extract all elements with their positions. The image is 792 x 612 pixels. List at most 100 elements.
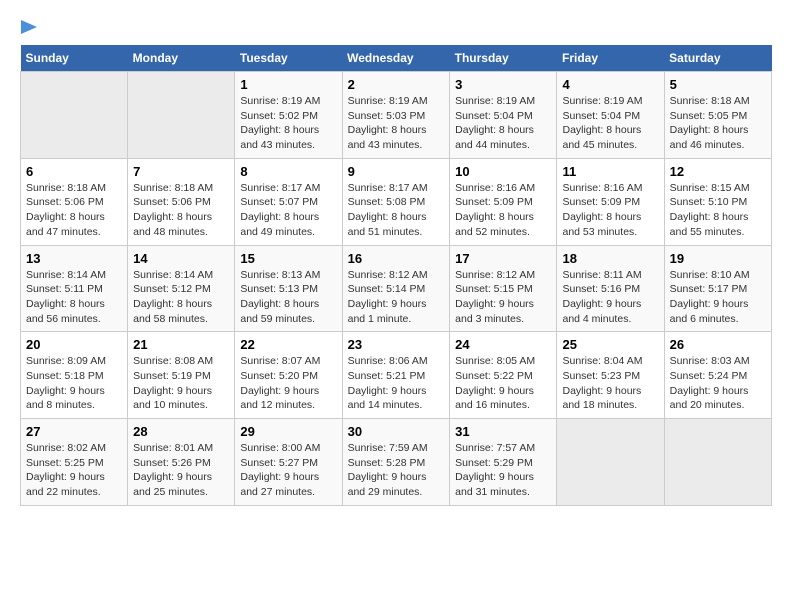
day-number: 5 <box>670 77 766 92</box>
calendar-cell: 7 Sunrise: 8:18 AM Sunset: 5:06 PM Daylig… <box>128 158 235 245</box>
day-number: 8 <box>240 164 336 179</box>
weekday-header-thursday: Thursday <box>450 45 557 72</box>
calendar-cell: 5 Sunrise: 8:18 AM Sunset: 5:05 PM Daylig… <box>664 72 771 159</box>
day-number: 27 <box>26 424 122 439</box>
day-number: 9 <box>348 164 445 179</box>
day-info: Sunrise: 8:18 AM Sunset: 5:05 PM Dayligh… <box>670 94 766 153</box>
day-info: Sunrise: 8:19 AM Sunset: 5:02 PM Dayligh… <box>240 94 336 153</box>
day-info: Sunrise: 8:15 AM Sunset: 5:10 PM Dayligh… <box>670 181 766 240</box>
day-number: 24 <box>455 337 551 352</box>
day-info: Sunrise: 8:19 AM Sunset: 5:04 PM Dayligh… <box>562 94 658 153</box>
day-number: 28 <box>133 424 229 439</box>
day-number: 10 <box>455 164 551 179</box>
calendar-cell: 20Sunrise: 8:09 AM Sunset: 5:18 PM Dayli… <box>21 332 128 419</box>
calendar-cell: 26 Sunrise: 8:03 AM Sunset: 5:24 PM Dayli… <box>664 332 771 419</box>
calendar-cell: 3 Sunrise: 8:19 AM Sunset: 5:04 PM Daylig… <box>450 72 557 159</box>
calendar-cell: 12 Sunrise: 8:15 AM Sunset: 5:10 PM Dayli… <box>664 158 771 245</box>
day-number: 7 <box>133 164 229 179</box>
calendar-cell: 30Sunrise: 7:59 AM Sunset: 5:28 PM Dayli… <box>342 419 450 506</box>
calendar-header-row: SundayMondayTuesdayWednesdayThursdayFrid… <box>21 45 772 72</box>
calendar-week-row: 6 Sunrise: 8:18 AM Sunset: 5:06 PM Daylig… <box>21 158 772 245</box>
day-info: Sunrise: 8:12 AM Sunset: 5:15 PM Dayligh… <box>455 268 551 327</box>
day-number: 2 <box>348 77 445 92</box>
day-number: 31 <box>455 424 551 439</box>
day-number: 13 <box>26 251 122 266</box>
calendar-cell: 31 Sunrise: 7:57 AM Sunset: 5:29 PM Dayli… <box>450 419 557 506</box>
calendar-week-row: 1 Sunrise: 8:19 AM Sunset: 5:02 PM Daylig… <box>21 72 772 159</box>
calendar-cell: 15 Sunrise: 8:13 AM Sunset: 5:13 PM Dayli… <box>235 245 342 332</box>
day-info: Sunrise: 8:06 AM Sunset: 5:21 PM Dayligh… <box>348 354 445 413</box>
day-info: Sunrise: 8:18 AM Sunset: 5:06 PM Dayligh… <box>26 181 122 240</box>
calendar-cell: 14 Sunrise: 8:14 AM Sunset: 5:12 PM Dayli… <box>128 245 235 332</box>
day-info: Sunrise: 8:17 AM Sunset: 5:08 PM Dayligh… <box>348 181 445 240</box>
day-number: 4 <box>562 77 658 92</box>
day-info: Sunrise: 8:19 AM Sunset: 5:04 PM Dayligh… <box>455 94 551 153</box>
day-number: 11 <box>562 164 658 179</box>
day-info: Sunrise: 8:13 AM Sunset: 5:13 PM Dayligh… <box>240 268 336 327</box>
calendar-cell <box>664 419 771 506</box>
day-number: 29 <box>240 424 336 439</box>
day-info: Sunrise: 8:04 AM Sunset: 5:23 PM Dayligh… <box>562 354 658 413</box>
weekday-header-saturday: Saturday <box>664 45 771 72</box>
day-info: Sunrise: 8:17 AM Sunset: 5:07 PM Dayligh… <box>240 181 336 240</box>
calendar-week-row: 20Sunrise: 8:09 AM Sunset: 5:18 PM Dayli… <box>21 332 772 419</box>
calendar-cell: 28Sunrise: 8:01 AM Sunset: 5:26 PM Dayli… <box>128 419 235 506</box>
day-number: 22 <box>240 337 336 352</box>
calendar-cell: 6 Sunrise: 8:18 AM Sunset: 5:06 PM Daylig… <box>21 158 128 245</box>
day-info: Sunrise: 7:57 AM Sunset: 5:29 PM Dayligh… <box>455 441 551 500</box>
weekday-header-sunday: Sunday <box>21 45 128 72</box>
day-number: 1 <box>240 77 336 92</box>
day-info: Sunrise: 8:07 AM Sunset: 5:20 PM Dayligh… <box>240 354 336 413</box>
calendar-cell: 11 Sunrise: 8:16 AM Sunset: 5:09 PM Dayli… <box>557 158 664 245</box>
day-info: Sunrise: 8:03 AM Sunset: 5:24 PM Dayligh… <box>670 354 766 413</box>
day-number: 25 <box>562 337 658 352</box>
calendar-table: SundayMondayTuesdayWednesdayThursdayFrid… <box>20 45 772 506</box>
day-info: Sunrise: 8:16 AM Sunset: 5:09 PM Dayligh… <box>562 181 658 240</box>
day-info: Sunrise: 8:11 AM Sunset: 5:16 PM Dayligh… <box>562 268 658 327</box>
calendar-cell: 18 Sunrise: 8:11 AM Sunset: 5:16 PM Dayli… <box>557 245 664 332</box>
calendar-cell: 23 Sunrise: 8:06 AM Sunset: 5:21 PM Dayli… <box>342 332 450 419</box>
weekday-header-tuesday: Tuesday <box>235 45 342 72</box>
calendar-cell <box>21 72 128 159</box>
calendar-cell: 10 Sunrise: 8:16 AM Sunset: 5:09 PM Dayli… <box>450 158 557 245</box>
calendar-cell <box>557 419 664 506</box>
day-number: 15 <box>240 251 336 266</box>
calendar-cell: 27 Sunrise: 8:02 AM Sunset: 5:25 PM Dayli… <box>21 419 128 506</box>
logo <box>20 20 37 35</box>
day-info: Sunrise: 8:05 AM Sunset: 5:22 PM Dayligh… <box>455 354 551 413</box>
calendar-cell: 2 Sunrise: 8:19 AM Sunset: 5:03 PM Daylig… <box>342 72 450 159</box>
day-info: Sunrise: 8:14 AM Sunset: 5:12 PM Dayligh… <box>133 268 229 327</box>
calendar-cell: 13Sunrise: 8:14 AM Sunset: 5:11 PM Dayli… <box>21 245 128 332</box>
day-number: 18 <box>562 251 658 266</box>
calendar-cell: 25 Sunrise: 8:04 AM Sunset: 5:23 PM Dayli… <box>557 332 664 419</box>
calendar-cell: 17 Sunrise: 8:12 AM Sunset: 5:15 PM Dayli… <box>450 245 557 332</box>
day-number: 26 <box>670 337 766 352</box>
calendar-cell: 1 Sunrise: 8:19 AM Sunset: 5:02 PM Daylig… <box>235 72 342 159</box>
weekday-header-friday: Friday <box>557 45 664 72</box>
day-info: Sunrise: 8:08 AM Sunset: 5:19 PM Dayligh… <box>133 354 229 413</box>
day-number: 21 <box>133 337 229 352</box>
day-number: 23 <box>348 337 445 352</box>
day-info: Sunrise: 8:10 AM Sunset: 5:17 PM Dayligh… <box>670 268 766 327</box>
day-number: 3 <box>455 77 551 92</box>
day-info: Sunrise: 8:16 AM Sunset: 5:09 PM Dayligh… <box>455 181 551 240</box>
day-number: 6 <box>26 164 122 179</box>
day-info: Sunrise: 8:00 AM Sunset: 5:27 PM Dayligh… <box>240 441 336 500</box>
day-number: 12 <box>670 164 766 179</box>
day-number: 14 <box>133 251 229 266</box>
weekday-header-monday: Monday <box>128 45 235 72</box>
calendar-week-row: 27 Sunrise: 8:02 AM Sunset: 5:25 PM Dayli… <box>21 419 772 506</box>
calendar-week-row: 13Sunrise: 8:14 AM Sunset: 5:11 PM Dayli… <box>21 245 772 332</box>
page-header <box>20 20 772 35</box>
day-info: Sunrise: 8:02 AM Sunset: 5:25 PM Dayligh… <box>26 441 122 500</box>
calendar-cell: 19 Sunrise: 8:10 AM Sunset: 5:17 PM Dayli… <box>664 245 771 332</box>
calendar-cell: 4 Sunrise: 8:19 AM Sunset: 5:04 PM Daylig… <box>557 72 664 159</box>
day-info: Sunrise: 8:18 AM Sunset: 5:06 PM Dayligh… <box>133 181 229 240</box>
day-info: Sunrise: 8:19 AM Sunset: 5:03 PM Dayligh… <box>348 94 445 153</box>
day-info: Sunrise: 8:12 AM Sunset: 5:14 PM Dayligh… <box>348 268 445 327</box>
calendar-cell: 21 Sunrise: 8:08 AM Sunset: 5:19 PM Dayli… <box>128 332 235 419</box>
day-number: 17 <box>455 251 551 266</box>
day-number: 19 <box>670 251 766 266</box>
logo-arrow-icon <box>21 20 37 39</box>
calendar-cell: 29 Sunrise: 8:00 AM Sunset: 5:27 PM Dayli… <box>235 419 342 506</box>
